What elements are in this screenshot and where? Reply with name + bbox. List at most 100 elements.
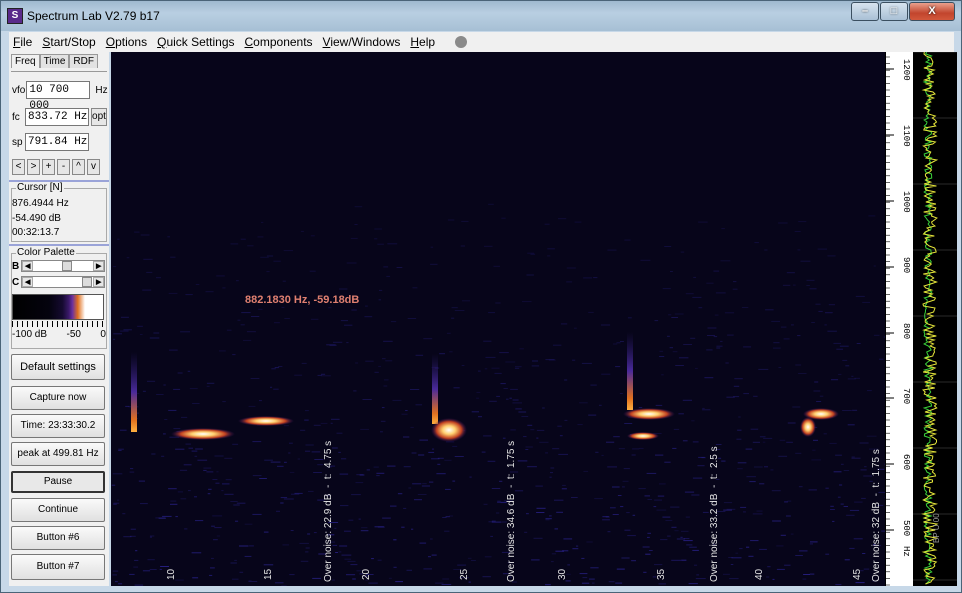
spectrogram-canvas xyxy=(111,203,885,586)
time-tick-label: 15 xyxy=(263,568,274,580)
nav-right-button[interactable]: > xyxy=(27,159,40,175)
freq-tick-label: 1200 xyxy=(901,59,911,81)
menu-bar: File Start/Stop Options Quick Settings C… xyxy=(9,32,954,52)
window-title: Spectrum Lab V2.79 b17 xyxy=(27,9,160,23)
cursor-level: -54.490 dB xyxy=(12,213,61,224)
freq-tick-label: 1100 xyxy=(901,125,911,147)
continue-button[interactable]: Continue xyxy=(11,498,105,522)
peak-button[interactable]: peak at 499.81 Hz xyxy=(11,442,105,466)
cursor-freq: 876.4944 Hz xyxy=(12,198,69,209)
menu-view-windows[interactable]: View/Windows xyxy=(323,35,401,49)
palette-title: Color Palette xyxy=(16,247,76,258)
status-dot-icon xyxy=(455,36,468,48)
title-bar[interactable]: S Spectrum Lab V2.79 b17 – □ X xyxy=(1,1,961,31)
sp-input[interactable]: 791.84 Hz xyxy=(25,133,89,151)
control-panel: Freq Time RDF vfo 10 700 000 Hz fc 833.7… xyxy=(9,52,109,586)
sp-row: sp 791.84 Hz xyxy=(12,133,89,151)
tab-freq[interactable]: Freq xyxy=(11,54,40,68)
spectrum-trace-canvas xyxy=(913,52,957,585)
slider-right-arrow-icon[interactable]: ▶ xyxy=(93,261,105,271)
spectrogram-waterfall[interactable]: 882.1830 Hz, -59.18dB 10 15 20 25 30 35 40 45 O… xyxy=(111,52,885,586)
tab-time[interactable]: Time xyxy=(39,54,70,68)
frequency-axis-canvas: 1200 1100 1000 900 800 700 600 500 Hz xyxy=(886,56,911,586)
zoom-in-button[interactable]: + xyxy=(42,159,55,175)
menu-options[interactable]: Options xyxy=(106,35,147,49)
meteor-echo xyxy=(171,428,235,440)
pause-button[interactable]: Pause xyxy=(11,471,105,493)
contrast-label: C xyxy=(12,276,20,288)
meteor-echo xyxy=(627,432,659,440)
meteor-streak xyxy=(627,332,633,410)
palette-mid: -50 xyxy=(66,329,81,340)
default-settings-button[interactable]: Default settings xyxy=(11,354,105,380)
menu-help[interactable]: Help xyxy=(410,35,435,49)
brightness-slider[interactable]: ◀ ▶ xyxy=(21,260,106,272)
contrast-slider[interactable]: ◀ ▶ xyxy=(21,276,106,288)
time-tick-label: 20 xyxy=(361,568,372,580)
frequency-axis: 1200 1100 1000 900 800 700 600 500 Hz xyxy=(885,52,913,586)
contrast-thumb[interactable] xyxy=(82,277,93,287)
app-window: S Spectrum Lab V2.79 b17 – □ X File Star… xyxy=(0,0,962,593)
time-button[interactable]: Time: 23:33:30.2 xyxy=(11,414,105,438)
time-tick-label: 30 xyxy=(557,568,568,580)
detection-annotation: Over noise: 32 dB - t: 1.75 s xyxy=(871,449,882,582)
fc-label: fc xyxy=(12,111,20,123)
cursor-time: 00:32:13.7 xyxy=(12,227,60,238)
menu-file[interactable]: File xyxy=(13,35,32,49)
palette-max: 0 xyxy=(100,329,106,340)
time-tick-label: 25 xyxy=(459,568,470,580)
time-tick-label: 40 xyxy=(754,568,765,580)
close-button[interactable]: X xyxy=(909,2,955,21)
color-palette-bar[interactable] xyxy=(12,294,104,320)
vfo-row: vfo 10 700 000 Hz xyxy=(12,81,108,112)
maximize-button[interactable]: □ xyxy=(880,2,908,21)
brightness-thumb[interactable] xyxy=(62,261,73,271)
meteor-echo xyxy=(623,408,675,420)
time-tick-label: 45 xyxy=(852,568,863,580)
tab-rdf[interactable]: RDF xyxy=(69,54,98,68)
palette-ticks xyxy=(12,321,104,327)
nav-left-button[interactable]: < xyxy=(12,159,25,175)
time-tick-label: 10 xyxy=(166,568,177,580)
freq-tick-label: 700 xyxy=(901,388,911,404)
button-7[interactable]: Button #7 xyxy=(11,554,105,580)
slider-right-arrow-icon[interactable]: ▶ xyxy=(93,277,105,287)
menu-components[interactable]: Components xyxy=(245,35,313,49)
cursor-title: Cursor [N] xyxy=(16,182,64,193)
menu-start-stop[interactable]: Start/Stop xyxy=(42,35,95,49)
panel-tabs: Freq Time RDF xyxy=(11,54,98,68)
freq-tick-label: 800 xyxy=(901,323,911,339)
app-logo-icon: S xyxy=(7,8,23,24)
fc-row: fc 833.72 Hz opt xyxy=(12,108,107,126)
menu-quick-settings[interactable]: Quick Settings xyxy=(157,35,234,49)
nav-up-button[interactable]: ^ xyxy=(72,159,85,175)
slider-left-arrow-icon[interactable]: ◀ xyxy=(22,277,34,287)
nav-down-button[interactable]: v xyxy=(87,159,100,175)
meteor-echo xyxy=(800,417,816,437)
meteor-echo xyxy=(431,418,467,442)
tab-divider xyxy=(11,71,107,72)
section-divider xyxy=(9,244,109,246)
capture-now-button[interactable]: Capture now xyxy=(11,386,105,410)
palette-scale: -100 dB -50 0 xyxy=(12,329,106,340)
meteor-streak xyxy=(432,354,438,424)
time-tick-label: 35 xyxy=(656,568,667,580)
detection-annotation: Over noise: 34.6 dB - t: 1.75 s xyxy=(506,440,517,582)
meteor-streak xyxy=(131,352,137,432)
button-6[interactable]: Button #6 xyxy=(11,526,105,550)
palette-min: -100 dB xyxy=(12,329,48,340)
freq-tick-label: 600 xyxy=(901,454,911,470)
vfo-label: vfo xyxy=(12,84,26,96)
vfo-input[interactable]: 10 700 000 xyxy=(26,81,91,112)
brightness-row: B ◀ ▶ xyxy=(12,260,106,272)
freq-unit-label: Hz xyxy=(901,546,911,557)
fc-input[interactable]: 833.72 Hz xyxy=(25,108,89,126)
fc-opt-button[interactable]: opt xyxy=(91,108,107,126)
trace-label: BP U 00 xyxy=(932,513,941,543)
freq-tick-label: 1000 xyxy=(901,191,911,213)
slider-left-arrow-icon[interactable]: ◀ xyxy=(22,261,34,271)
nav-buttons: < > + - ^ v xyxy=(12,159,102,175)
minimize-button[interactable]: – xyxy=(851,2,879,21)
zoom-out-button[interactable]: - xyxy=(57,159,70,175)
freq-tick-label: 900 xyxy=(901,257,911,273)
